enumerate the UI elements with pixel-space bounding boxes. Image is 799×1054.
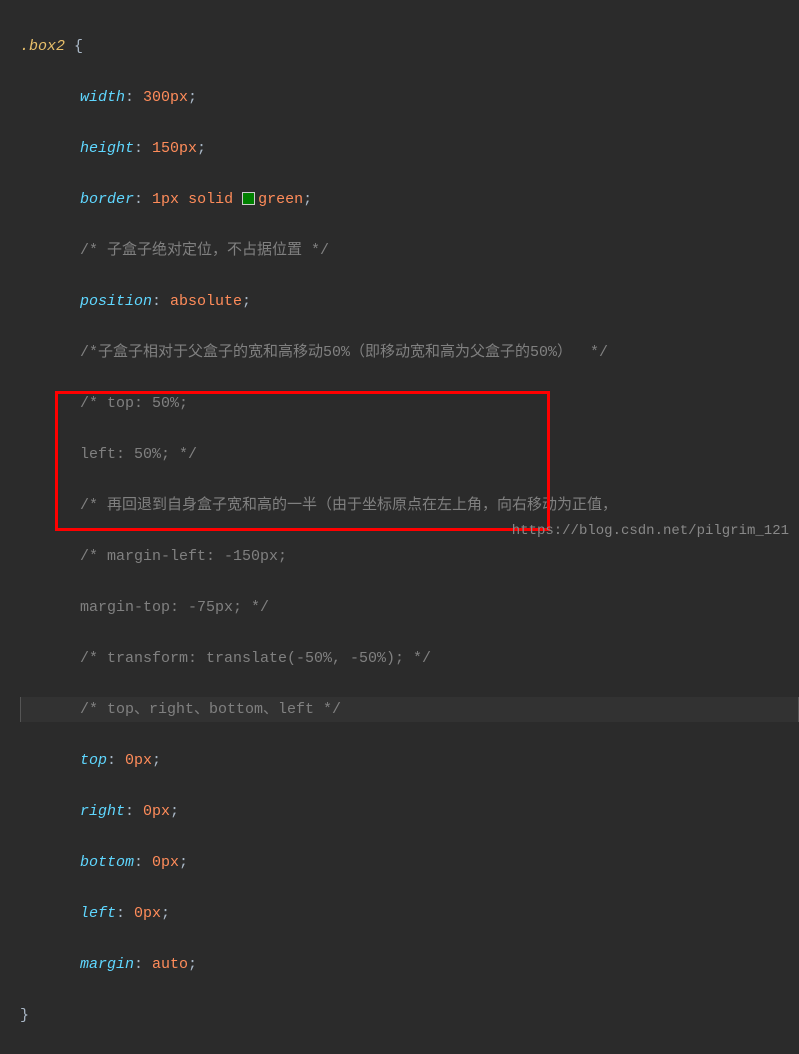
color-swatch-icon: [242, 192, 255, 205]
code-line: left: 50%; */: [20, 442, 799, 468]
code-line: /* top: 50%;: [20, 391, 799, 417]
brace-open: {: [74, 38, 83, 55]
code-line: /* 子盒子绝对定位，不占据位置 */: [20, 238, 799, 264]
css-value: 0px: [143, 803, 170, 820]
code-line: left: 0px;: [20, 901, 799, 927]
css-comment: /* 再回退到自身盒子宽和高的一半（由于坐标原点在左上角，向右移动为正值，: [80, 497, 617, 514]
css-value: 1px: [152, 191, 179, 208]
brace-close: }: [20, 1007, 29, 1024]
css-comment: /*子盒子相对于父盒子的宽和高移动50%（即移动宽和高为父盒子的50%） */: [80, 344, 608, 361]
code-line: .box2 {: [20, 34, 799, 60]
code-line: /* margin-left: -150px;: [20, 544, 799, 570]
css-value: 150px: [152, 140, 197, 157]
code-line: margin: auto;: [20, 952, 799, 978]
css-value: 0px: [152, 854, 179, 871]
css-comment: margin-top: -75px; */: [80, 599, 269, 616]
css-property: border: [80, 191, 134, 208]
css-property: right: [80, 803, 125, 820]
watermark-text: https://blog.csdn.net/pilgrim_121: [512, 520, 789, 544]
css-property: top: [80, 752, 107, 769]
css-comment: /* top、right、bottom、left */: [80, 701, 341, 718]
css-property: left: [80, 905, 116, 922]
css-comment: left: 50%; */: [80, 446, 197, 463]
code-line: /* transform: translate(-50%, -50%); */: [20, 646, 799, 672]
css-value: 0px: [134, 905, 161, 922]
css-value: green: [258, 191, 303, 208]
css-selector: .box2: [20, 38, 65, 55]
css-property: position: [80, 293, 152, 310]
css-comment: /* top: 50%;: [80, 395, 188, 412]
css-property: height: [80, 140, 134, 157]
code-line: }: [20, 1003, 799, 1029]
css-comment: /* margin-left: -150px;: [80, 548, 287, 565]
code-line-current: /* top、right、bottom、left */: [20, 697, 799, 723]
code-line: width: 300px;: [20, 85, 799, 111]
code-line: /*子盒子相对于父盒子的宽和高移动50%（即移动宽和高为父盒子的50%） */: [20, 340, 799, 366]
code-line: border: 1px solid green;: [20, 187, 799, 213]
css-value: absolute: [170, 293, 242, 310]
css-property: bottom: [80, 854, 134, 871]
code-line: top: 0px;: [20, 748, 799, 774]
css-property: margin: [80, 956, 134, 973]
css-value: 300px: [143, 89, 188, 106]
css-comment: /* transform: translate(-50%, -50%); */: [80, 650, 431, 667]
css-value: auto: [152, 956, 188, 973]
code-line: /* 再回退到自身盒子宽和高的一半（由于坐标原点在左上角，向右移动为正值，: [20, 493, 799, 519]
code-line: position: absolute;: [20, 289, 799, 315]
css-comment: /* 子盒子绝对定位，不占据位置 */: [80, 242, 329, 259]
code-line: bottom: 0px;: [20, 850, 799, 876]
css-value: 0px: [125, 752, 152, 769]
code-line: margin-top: -75px; */: [20, 595, 799, 621]
code-line: height: 150px;: [20, 136, 799, 162]
code-line: right: 0px;: [20, 799, 799, 825]
css-property: width: [80, 89, 125, 106]
css-value: solid: [188, 191, 233, 208]
